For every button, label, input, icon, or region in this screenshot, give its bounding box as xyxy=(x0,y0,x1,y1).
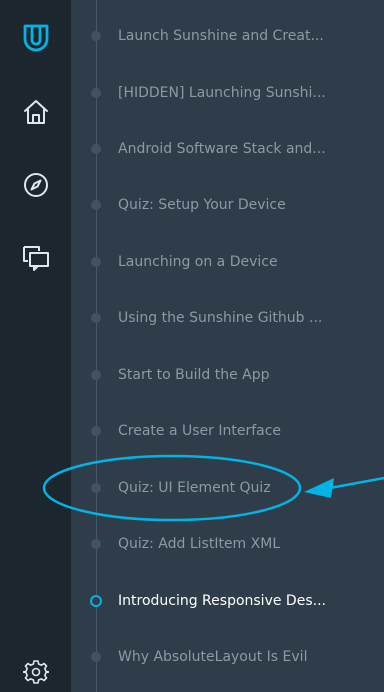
lesson-item[interactable]: Launching on a Device xyxy=(71,242,384,282)
lesson-dot xyxy=(91,88,101,98)
lesson-dot xyxy=(91,370,101,380)
chat-icon[interactable] xyxy=(18,240,54,276)
lesson-item[interactable]: Start to Build the App xyxy=(71,355,384,395)
lesson-item[interactable]: Quiz: Setup Your Device xyxy=(71,185,384,225)
lesson-item[interactable]: [HIDDEN] Launching Sunshi... xyxy=(71,73,384,113)
app-window: Launch Sunshine and Creat... [HIDDEN] La… xyxy=(0,0,384,692)
lesson-item[interactable]: Using the Sunshine Github ... xyxy=(71,298,384,338)
lesson-label: Using the Sunshine Github ... xyxy=(118,310,323,326)
lesson-label: Why AbsoluteLayout Is Evil xyxy=(118,649,308,665)
gear-icon[interactable] xyxy=(18,654,54,690)
lesson-label: Start to Build the App xyxy=(118,367,270,383)
icon-rail xyxy=(0,0,71,692)
lesson-item[interactable]: Launch Sunshine and Creat... xyxy=(71,16,384,56)
lesson-label: Introducing Responsive Des... xyxy=(118,593,326,609)
lesson-label: Quiz: UI Element Quiz xyxy=(118,480,271,496)
lesson-label: Quiz: Add ListItem XML xyxy=(118,536,281,552)
lesson-item[interactable]: Quiz: Add ListItem XML xyxy=(71,524,384,564)
lesson-dot xyxy=(91,144,101,154)
lesson-dot xyxy=(91,652,101,662)
lesson-item[interactable]: Android Software Stack and... xyxy=(71,129,384,169)
lesson-label: Launch Sunshine and Creat... xyxy=(118,28,324,44)
home-icon[interactable] xyxy=(18,94,54,130)
lesson-label: Android Software Stack and... xyxy=(118,141,326,157)
lesson-item-active[interactable]: Introducing Responsive Des... xyxy=(71,581,384,621)
lesson-item[interactable]: Quiz: UI Element Quiz xyxy=(71,468,384,508)
lesson-dot xyxy=(91,313,101,323)
lesson-label: Launching on a Device xyxy=(118,254,278,270)
lesson-item[interactable]: Create a User Interface xyxy=(71,411,384,451)
lesson-dot xyxy=(91,257,101,267)
lesson-dot xyxy=(91,483,101,493)
lesson-label: Create a User Interface xyxy=(118,423,282,439)
lesson-item[interactable]: Why AbsoluteLayout Is Evil xyxy=(71,637,384,677)
lesson-dot-active xyxy=(90,595,102,607)
lesson-label: [HIDDEN] Launching Sunshi... xyxy=(118,85,326,101)
lesson-list: Launch Sunshine and Creat... [HIDDEN] La… xyxy=(71,0,384,692)
compass-icon[interactable] xyxy=(18,167,54,203)
lesson-dot xyxy=(91,426,101,436)
lesson-dot xyxy=(91,539,101,549)
lesson-dot xyxy=(91,200,101,210)
lesson-dot xyxy=(91,31,101,41)
udacity-logo-icon[interactable] xyxy=(18,20,54,56)
lesson-label: Quiz: Setup Your Device xyxy=(118,197,286,213)
